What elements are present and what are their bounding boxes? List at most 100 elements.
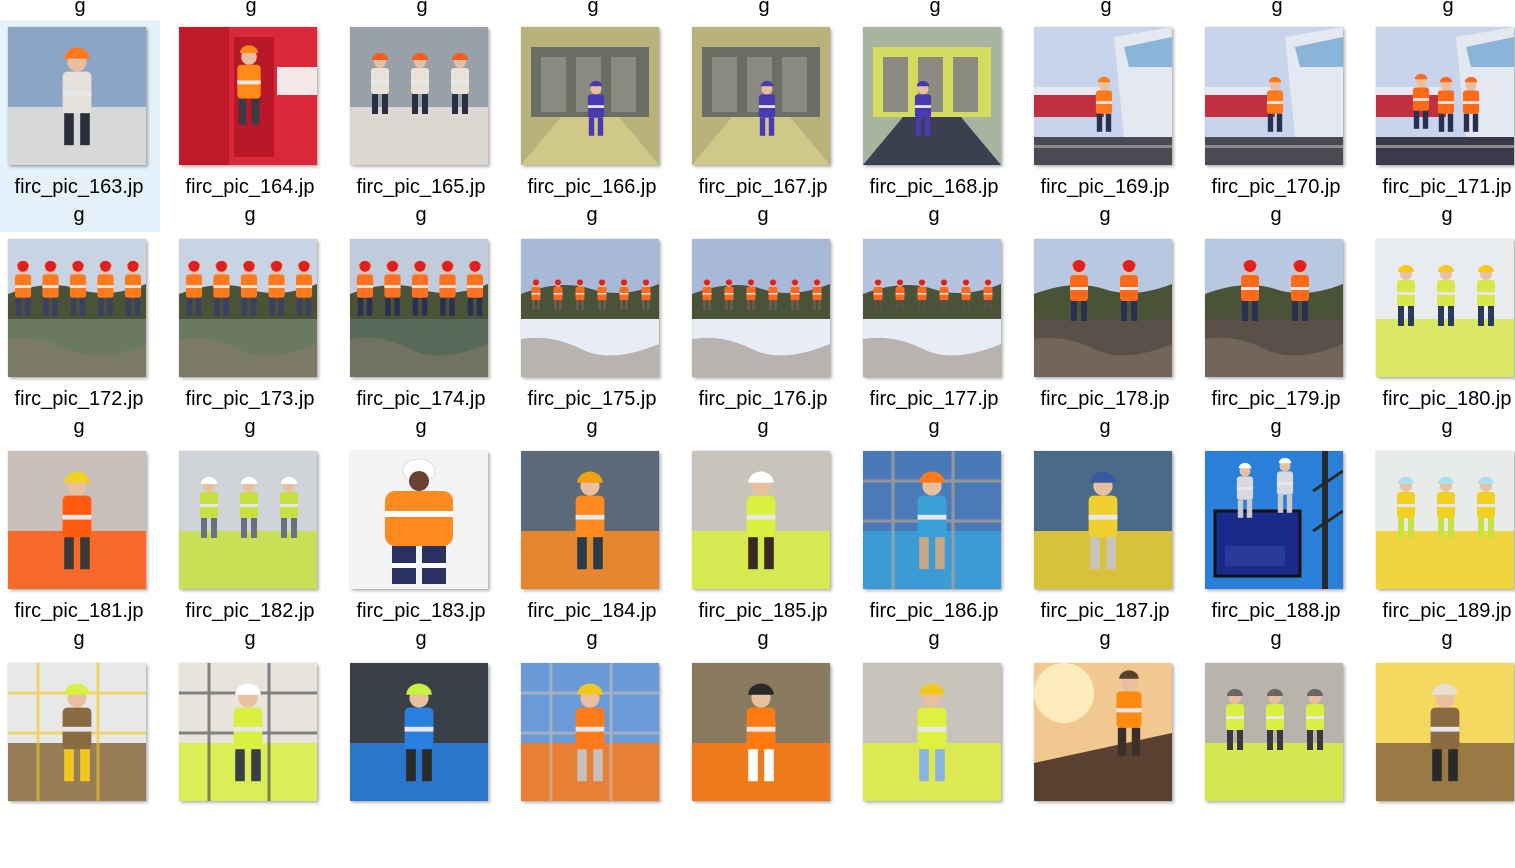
image-thumbnail[interactable] <box>692 663 830 801</box>
file-item[interactable]: firc_pic_179.jpg <box>1197 232 1357 444</box>
file-item[interactable]: firc_pic_170.jp g <box>1197 20 1357 232</box>
image-thumbnail[interactable] <box>521 239 659 377</box>
file-name-label: firc_pic_165.jp g <box>342 173 500 229</box>
file-item[interactable]: firc_pic_181.jp g <box>0 444 160 656</box>
file-item[interactable] <box>1197 656 1357 868</box>
file-name-line1: firc_pic_165.jp <box>356 176 486 198</box>
file-item[interactable]: firc_pic_175.jp g <box>513 232 673 444</box>
image-thumbnail[interactable] <box>350 239 488 377</box>
file-item[interactable]: firc_pic_174.jp g <box>342 232 502 444</box>
file-item[interactable]: firc_pic_165.jp g <box>342 20 502 232</box>
file-item[interactable]: firc_pic_178.jp g <box>1026 232 1186 444</box>
file-name-label: firc_pic_168.jp g <box>855 173 1013 229</box>
image-thumbnail[interactable] <box>179 239 317 377</box>
image-thumbnail[interactable] <box>521 663 659 801</box>
file-name-label: firc_pic_171.jp g <box>1368 173 1515 229</box>
file-item[interactable]: firc_pic_188.jp g <box>1197 444 1357 656</box>
file-name-line2: g <box>928 628 940 650</box>
image-thumbnail[interactable] <box>1205 451 1343 589</box>
file-name-line1: firc_pic_187.jp <box>1040 600 1170 622</box>
image-thumbnail[interactable] <box>692 239 830 377</box>
file-item[interactable]: firc_pic_187.jp g <box>1026 444 1186 656</box>
image-thumbnail[interactable] <box>8 663 146 801</box>
file-item[interactable]: firc_pic_186.jp g <box>855 444 1015 656</box>
file-name-line2: g <box>1099 204 1111 226</box>
file-item[interactable] <box>1026 656 1186 868</box>
file-item[interactable]: firc_pic_167.jp g <box>684 20 844 232</box>
file-item[interactable]: firc_pic_169.jp g <box>1026 20 1186 232</box>
image-thumbnail[interactable] <box>1205 239 1343 377</box>
file-name-line2: g <box>73 416 85 438</box>
partial-row-caption: g <box>1442 0 1454 17</box>
image-thumbnail[interactable] <box>1034 451 1172 589</box>
file-item[interactable]: firc_pic_173.jp g <box>171 232 331 444</box>
file-name-line2: g <box>928 204 940 226</box>
image-thumbnail[interactable] <box>8 451 146 589</box>
file-item[interactable]: firc_pic_182.jp g <box>171 444 331 656</box>
file-item[interactable] <box>1368 656 1515 868</box>
image-thumbnail[interactable] <box>1205 27 1343 165</box>
image-thumbnail[interactable] <box>863 27 1001 165</box>
file-name-label: firc_pic_166.jp g <box>513 173 671 229</box>
file-name-label: firc_pic_181.jp g <box>0 597 158 653</box>
file-name-line2: g <box>586 204 598 226</box>
file-item[interactable]: firc_pic_172.jp g <box>0 232 160 444</box>
image-thumbnail[interactable] <box>1034 663 1172 801</box>
file-item[interactable]: firc_pic_166.jp g <box>513 20 673 232</box>
image-thumbnail[interactable] <box>1376 451 1514 589</box>
image-thumbnail[interactable] <box>521 27 659 165</box>
image-thumbnail[interactable] <box>179 451 317 589</box>
file-item[interactable]: firc_pic_183.jp g <box>342 444 502 656</box>
image-thumbnail[interactable] <box>1376 663 1514 801</box>
file-item[interactable]: firc_pic_177.jp g <box>855 232 1015 444</box>
file-item[interactable] <box>171 656 331 868</box>
file-item[interactable] <box>513 656 673 868</box>
file-item[interactable] <box>855 656 1015 868</box>
image-thumbnail[interactable] <box>1376 239 1514 377</box>
file-name-line1: firc_pic_179.jp <box>1211 388 1341 410</box>
file-name-line1: firc_pic_189.jp <box>1382 600 1512 622</box>
file-item[interactable]: firc_pic_164.jpg <box>171 20 331 232</box>
file-name-line1: firc_pic_171.jp <box>1382 176 1512 198</box>
partial-row-caption: g <box>587 0 599 17</box>
file-item[interactable]: firc_pic_184.jp g <box>513 444 673 656</box>
image-thumbnail[interactable] <box>179 27 317 165</box>
file-item[interactable]: firc_pic_168.jp g <box>855 20 1015 232</box>
image-thumbnail[interactable] <box>863 663 1001 801</box>
file-name-line1: firc_pic_164.jp <box>185 176 315 198</box>
file-name-label: firc_pic_163.jp g <box>0 173 158 229</box>
file-name-line1: firc_pic_163.jp <box>14 176 144 198</box>
file-name-label: firc_pic_179.jpg <box>1197 385 1355 441</box>
image-thumbnail[interactable] <box>350 663 488 801</box>
file-item[interactable] <box>0 656 160 868</box>
image-thumbnail[interactable] <box>692 27 830 165</box>
image-thumbnail[interactable] <box>350 451 488 589</box>
file-name-label: firc_pic_185.jp g <box>684 597 842 653</box>
image-thumbnail[interactable] <box>863 239 1001 377</box>
image-thumbnail[interactable] <box>8 239 146 377</box>
image-thumbnail[interactable] <box>1034 239 1172 377</box>
image-thumbnail[interactable] <box>863 451 1001 589</box>
file-item[interactable]: firc_pic_176.jp g <box>684 232 844 444</box>
file-item[interactable]: firc_pic_180.jp g <box>1368 232 1515 444</box>
image-thumbnail[interactable] <box>179 663 317 801</box>
image-thumbnail[interactable] <box>692 451 830 589</box>
file-name-line2: g <box>1270 204 1282 226</box>
file-name-line2: g <box>1441 628 1453 650</box>
file-name-line1: firc_pic_174.jp <box>356 388 486 410</box>
file-item[interactable]: firc_pic_171.jp g <box>1368 20 1515 232</box>
file-name-line2: g <box>244 204 256 226</box>
image-thumbnail[interactable] <box>521 451 659 589</box>
file-name-label: firc_pic_182.jp g <box>171 597 329 653</box>
image-thumbnail[interactable] <box>8 27 146 165</box>
image-thumbnail[interactable] <box>350 27 488 165</box>
file-item[interactable]: firc_pic_189.jpg <box>1368 444 1515 656</box>
image-thumbnail[interactable] <box>1376 27 1514 165</box>
file-item[interactable] <box>684 656 844 868</box>
file-item[interactable]: firc_pic_163.jp g <box>0 20 160 232</box>
file-name-line2: g <box>1270 416 1282 438</box>
file-item[interactable] <box>342 656 502 868</box>
file-item[interactable]: firc_pic_185.jp g <box>684 444 844 656</box>
image-thumbnail[interactable] <box>1034 27 1172 165</box>
image-thumbnail[interactable] <box>1205 663 1343 801</box>
